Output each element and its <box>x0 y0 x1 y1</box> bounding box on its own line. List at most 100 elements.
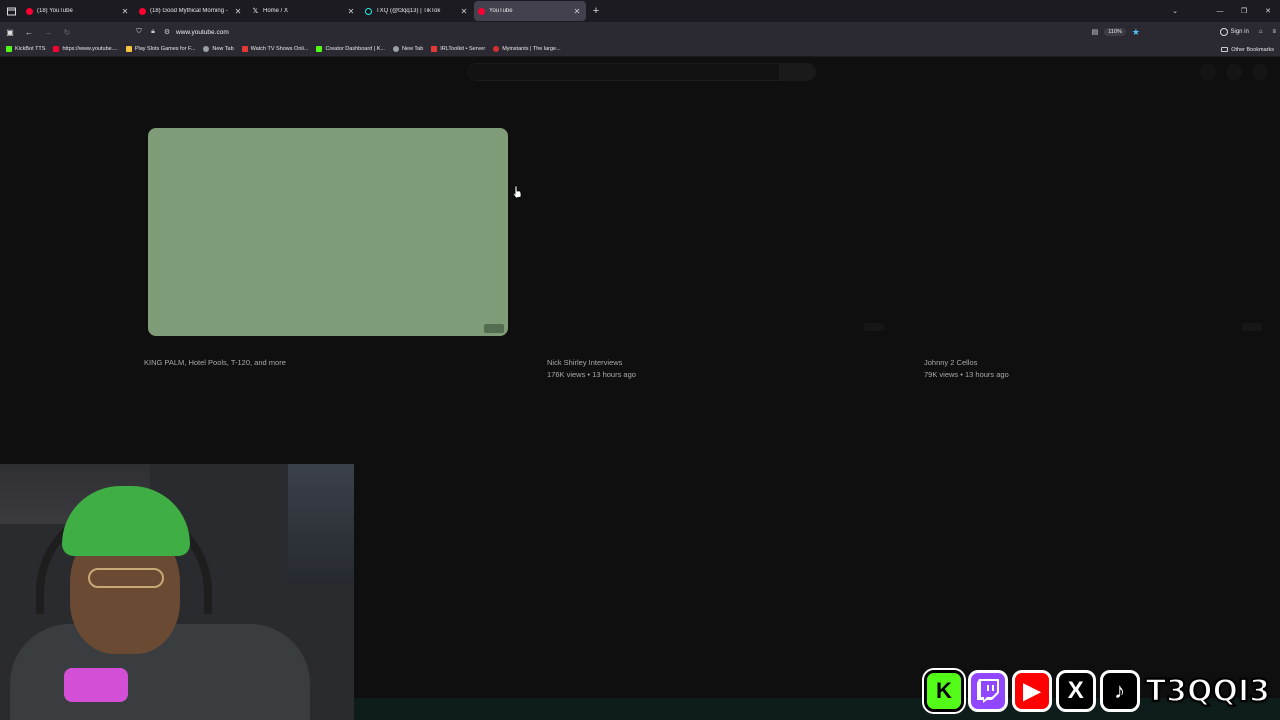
x-icon: 𝕏 <box>252 7 259 15</box>
tab-list-icon <box>6 7 16 15</box>
bookmark-label: New Tab <box>212 46 234 52</box>
extensions-icon[interactable]: ⌂ <box>1259 29 1263 35</box>
notifications-icon[interactable] <box>1226 64 1242 80</box>
permissions-icon[interactable]: ⚙ <box>160 28 174 36</box>
bookmark-item[interactable]: IRLToolkit • Server <box>431 46 485 52</box>
address-bar[interactable]: ⛉ 🔒︎ ⚙ www.youtube.com ▤ 110% ★ <box>132 24 1146 40</box>
account-icon <box>1219 28 1228 36</box>
bookmarks-bar: KickBot TTS https://www.youtube.... Play… <box>0 42 1280 57</box>
bookmark-label: Watch TV Shows Onli... <box>250 46 309 52</box>
new-tab-button[interactable]: + <box>587 2 605 20</box>
kick-icon <box>6 46 12 52</box>
kick-icon <box>316 46 323 52</box>
channel-name[interactable]: Johnny 2 Cellos <box>924 357 1254 369</box>
other-bookmarks[interactable]: Other Bookmarks <box>1221 42 1274 57</box>
close-icon[interactable]: ✕ <box>346 7 356 16</box>
close-icon[interactable]: ✕ <box>459 7 469 16</box>
folder-icon <box>1221 47 1229 52</box>
bookmark-label: New Tab <box>401 46 424 52</box>
reader-view-icon[interactable]: ▤ <box>1092 28 1099 36</box>
close-icon[interactable]: ✕ <box>233 7 243 16</box>
search-button[interactable] <box>780 63 816 81</box>
create-icon[interactable] <box>1200 64 1216 80</box>
shield-icon[interactable]: ⛉ <box>132 28 146 36</box>
duration-badge <box>864 323 884 331</box>
restore-button[interactable]: ❐ <box>1232 0 1256 22</box>
video-thumbnail[interactable] <box>148 128 508 336</box>
bookmark-label: Creator Dashboard | K... <box>325 46 385 52</box>
tab-4[interactable]: TXQ (@t3qq13) | TikTok ✕ <box>361 1 473 21</box>
youtube-icon <box>478 7 485 15</box>
video-card-info[interactable]: Nick Shirley Interviews 176K views • 13 … <box>547 357 877 381</box>
youtube-icon <box>139 7 146 15</box>
bookmark-item[interactable]: New Tab <box>392 46 424 52</box>
tiktok-icon: ♪ <box>1099 670 1140 712</box>
microphone <box>64 668 128 702</box>
tab-list-button[interactable] <box>0 0 22 22</box>
bookmark-item[interactable]: KickBot TTS <box>6 46 45 52</box>
duration-badge <box>1242 323 1262 331</box>
youtube-icon <box>53 46 60 52</box>
bookmark-label: IRLToolkit • Server <box>440 46 486 52</box>
background-poster <box>288 464 354 584</box>
sign-in-label: Sign in <box>1230 29 1249 35</box>
globe-icon <box>392 46 399 52</box>
menu-icon[interactable]: ≡ <box>1272 29 1276 35</box>
irltoolkit-icon <box>431 46 438 52</box>
bookmark-label: Myinstants | The large... <box>502 46 561 52</box>
kick-icon: K <box>924 670 964 712</box>
bookmark-star-icon[interactable]: ★ <box>1132 27 1140 38</box>
video-card-info[interactable]: KING PALM, Hotel Pools, T-120, and more <box>144 357 504 369</box>
avatar[interactable] <box>1252 64 1268 80</box>
back-button[interactable]: ← <box>20 23 38 41</box>
tab-1[interactable]: (18) YouTube ✕ <box>22 1 134 21</box>
bookmark-item[interactable]: Creator Dashboard | K... <box>316 46 385 52</box>
youtube-icon: ▶ <box>1011 670 1052 712</box>
video-meta: 79K views • 13 hours ago <box>924 370 1009 379</box>
sidebar-toggle-icon[interactable]: ▣ <box>1 23 19 41</box>
hand-cursor-icon <box>512 185 522 199</box>
window-controls: — ❐ ✕ <box>1208 0 1280 22</box>
video-meta: 176K views • 13 hours ago <box>547 370 636 379</box>
channel-name[interactable]: KING PALM, Hotel Pools, T-120, and more <box>144 357 504 369</box>
bookmark-item[interactable]: New Tab <box>203 46 234 52</box>
zoom-badge[interactable]: 110% <box>1104 28 1126 36</box>
x-icon: X <box>1055 670 1096 712</box>
bookmark-item[interactable]: Watch TV Shows Onli... <box>241 46 309 52</box>
tab-label: TXQ (@t3qq13) | TikTok <box>376 8 441 14</box>
search-input[interactable] <box>468 63 780 81</box>
url-text[interactable]: www.youtube.com <box>176 29 229 36</box>
close-icon[interactable]: ✕ <box>120 7 130 16</box>
tab-3[interactable]: 𝕏 Home / X ✕ <box>248 1 360 21</box>
tab-strip: (18) YouTube ✕ (18) Good Mythical Mornin… <box>0 0 1280 22</box>
bookmark-item[interactable]: https://www.youtube.... <box>53 46 118 52</box>
minimize-button[interactable]: — <box>1208 0 1232 22</box>
reload-button[interactable]: ↻ <box>58 23 76 41</box>
bookmark-item[interactable]: Play Slots Games for F... <box>125 46 195 52</box>
tab-label: (18) Good Mythical Morning - <box>150 8 228 14</box>
sign-in-button[interactable]: Sign in <box>1219 28 1249 36</box>
bookmark-item[interactable]: Myinstants | The large... <box>493 46 561 52</box>
tab-5-active[interactable]: YouTube ✕ <box>474 1 586 21</box>
bookmark-label: https://www.youtube.... <box>62 46 118 52</box>
duration-badge <box>484 324 504 333</box>
myinstants-icon <box>493 46 500 52</box>
slots-icon <box>125 46 132 52</box>
screen: (18) YouTube ✕ (18) Good Mythical Mornin… <box>0 0 1280 720</box>
tab-label: Home / X <box>263 8 289 14</box>
tv-icon <box>241 46 248 52</box>
toolbar-right: Sign in ⌂ ≡ <box>1219 22 1276 42</box>
channel-name[interactable]: Nick Shirley Interviews <box>547 357 877 369</box>
bookmark-label: KickBot TTS <box>15 46 46 52</box>
forward-button[interactable]: → <box>39 23 57 41</box>
header-actions <box>1200 64 1268 80</box>
video-card-info[interactable]: Johnny 2 Cellos 79K views • 13 hours ago <box>924 357 1254 381</box>
webcam-overlay <box>0 464 354 720</box>
tab-2[interactable]: (18) Good Mythical Morning - ✕ <box>135 1 247 21</box>
lock-icon[interactable]: 🔒︎ <box>146 28 160 36</box>
chevron-down-icon[interactable]: ⌄ <box>1164 0 1186 22</box>
close-window-button[interactable]: ✕ <box>1256 0 1280 22</box>
tiktok-icon <box>365 7 372 15</box>
tab-label: YouTube <box>489 8 513 14</box>
close-icon[interactable]: ✕ <box>572 7 582 16</box>
